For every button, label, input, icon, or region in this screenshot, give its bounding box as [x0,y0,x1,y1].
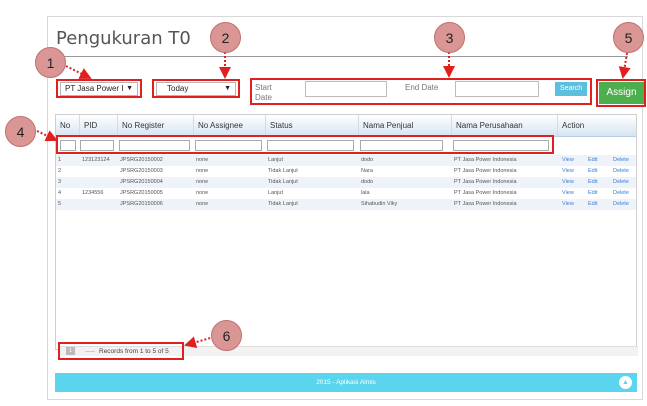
callout-4: 4 [5,116,36,147]
callout-3: 3 [434,22,465,53]
callout-1: 1 [35,47,66,78]
callout-6: 6 [211,320,242,351]
callout-2: 2 [210,22,241,53]
callout-arrows [36,52,631,349]
callout-5: 5 [613,22,644,53]
